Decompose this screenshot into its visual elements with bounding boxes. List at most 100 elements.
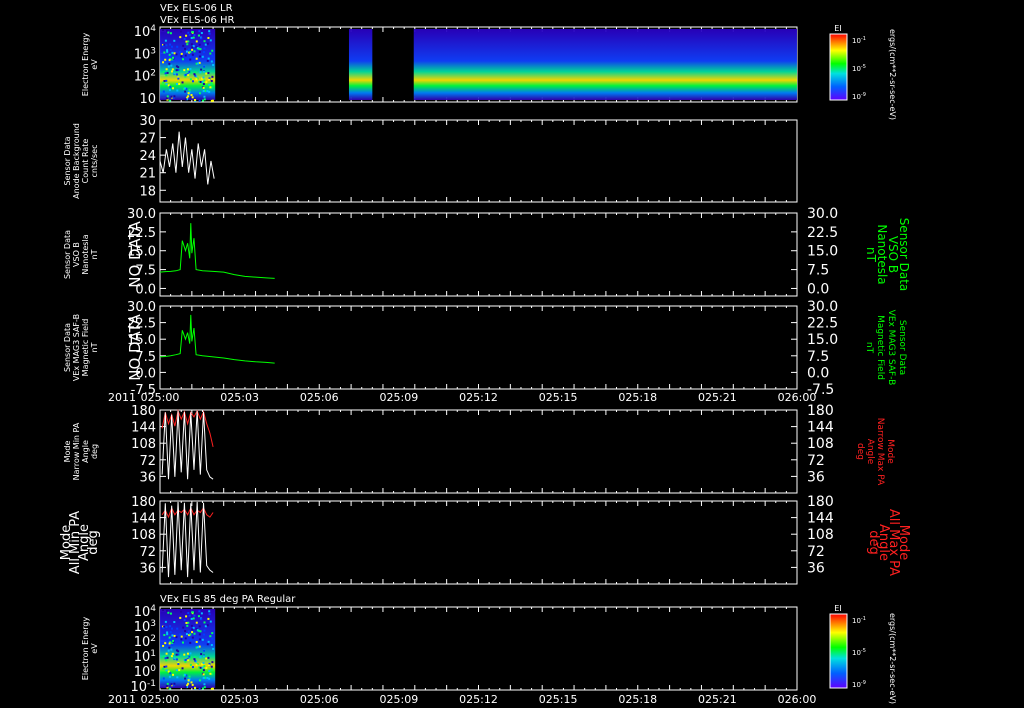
year-label: 2011 [108,693,136,706]
ytick-label-right-p5: 180 [807,403,834,419]
ytick-label-right-p3: 22.5 [807,225,838,241]
heatmap-speckle-p1 [193,73,196,76]
ytick-label-p6: 144 [131,512,156,527]
heatmap-speckle-p7 [206,676,209,679]
heatmap-speckle-p1 [184,98,187,101]
heatmap-speckle-p7 [199,656,202,659]
heatmap-speckle-p7 [189,638,192,641]
heatmap-speckle-p1 [175,83,178,86]
heatmap-speckle-p7 [177,663,180,666]
heatmap-speckle-p1 [185,40,188,43]
heatmap-speckle-p1 [191,48,194,51]
heatmap-speckle-p1 [183,37,186,40]
heatmap-speckle-p1 [179,51,182,54]
heatmap-speckle-p1 [201,99,204,102]
ylabel-line-p6: deg [86,530,101,555]
ytick-label-p6: 180 [131,495,156,510]
ytick-label-p5: 72 [139,454,156,469]
heatmap-speckle-p1 [189,68,192,71]
heatmap-speckle-p1 [207,78,210,81]
heatmap-speckle-p1 [165,74,168,77]
time-tick-label: 025:15 [539,391,578,404]
ytick-label-p1: 103 [134,46,156,62]
heatmap-speckle-p7 [166,631,169,634]
heatmap-speckle-p1 [168,62,171,65]
heatmap-speckle-p7 [168,675,171,678]
ytick-label-p2: 30 [139,114,156,129]
heatmap-speckle-p1 [204,43,207,46]
heatmap-speckle-p1 [203,79,206,82]
heatmap-speckle-p7 [193,686,196,689]
heatmap-speckle-p7 [170,648,173,651]
heatmap-speckle-p1 [164,58,167,61]
heatmap-speckle-p7 [200,612,203,615]
heatmap-speckle-p7 [184,637,187,640]
heatmap-speckle-p1 [190,37,193,40]
heatmap-speckle-p1 [205,72,208,75]
heatmap-speckle-p7 [176,676,179,679]
heatmap-speckle-p7 [203,633,206,636]
heatmap-speckle-p7 [201,638,204,641]
heatmap-speckle-p1 [176,89,179,92]
heatmap-speckle-p1 [173,72,176,75]
heatmap-speckle-p1 [200,37,203,40]
heatmap-speckle-p1 [176,45,179,48]
heatmap-speckle-p1 [170,64,173,67]
right-label-p6: deg [866,530,881,555]
colorbar-units-p7: ergs/(cm**2-sr-sec-eV) [888,613,897,704]
colorbar-tick-p1: 10-1 [852,36,866,45]
heatmap-speckle-p1 [166,71,169,74]
heatmap-speckle-p7 [184,658,187,661]
heatmap-speckle-p7 [167,649,170,652]
heatmap-speckle-p1 [170,95,173,98]
heatmap-speckle-p7 [180,638,183,641]
heatmap-segment-p1 [413,29,797,100]
ytick-label-p2: 24 [139,149,156,164]
heatmap-speckle-p1 [184,54,187,57]
heatmap-speckle-p7 [200,653,203,656]
heatmap-speckle-p7 [202,673,205,676]
heatmap-speckle-p1 [191,46,194,49]
colorbar-title-p7: EI [834,604,841,613]
heatmap-speckle-p7 [163,665,166,668]
heatmap-speckle-p1 [197,62,200,65]
heatmap-speckle-p1 [202,90,205,93]
heatmap-speckle-p1 [206,90,209,93]
heatmap-speckle-p7 [194,656,197,659]
heatmap-speckle-p7 [198,687,201,690]
heatmap-speckle-p7 [179,633,182,636]
heatmap-speckle-p7 [189,652,192,655]
heatmap-speckle-p1 [193,34,196,37]
heatmap-speckle-p1 [166,49,169,52]
heatmap-speckle-p7 [189,663,192,666]
colorbar-p7 [829,613,848,689]
heatmap-speckle-p7 [201,666,204,669]
heatmap-speckle-p1 [209,86,212,89]
heatmap-speckle-p1 [175,69,178,72]
ytick-label-p3: 30.0 [127,207,156,222]
heatmap-speckle-p7 [191,628,194,631]
ylabel-line-p3: Sensor Data [63,230,72,279]
heatmap-speckle-p1 [208,30,211,33]
ytick-label-right-p6: 144 [807,511,834,527]
heatmap-speckle-p1 [164,39,167,42]
heatmap-speckle-p1 [177,77,180,80]
ylabel-line-p5: Mode [63,441,72,463]
heatmap-speckle-p1 [203,98,206,101]
colorbar-title-p1: EI [834,24,841,33]
heatmap-speckle-p7 [180,635,183,638]
heatmap-speckle-p1 [172,56,175,59]
ytick-label-right-p6: 108 [807,527,834,543]
heatmap-speckle-p7 [187,621,190,624]
time-tick-label: 025:06 [300,693,339,706]
heatmap-speckle-p1 [173,95,176,98]
ytick-label-p6: 72 [139,545,156,560]
heatmap-speckle-p1 [162,29,164,31]
heatmap-speckle-p1 [193,98,196,101]
heatmap-speckle-p1 [186,43,189,46]
heatmap-speckle-p1 [180,52,183,55]
panel-frame-p3 [159,212,798,297]
heatmap-speckle-p1 [197,34,200,37]
heatmap-speckle-p7 [162,609,164,611]
heatmap-speckle-p1 [198,99,201,102]
